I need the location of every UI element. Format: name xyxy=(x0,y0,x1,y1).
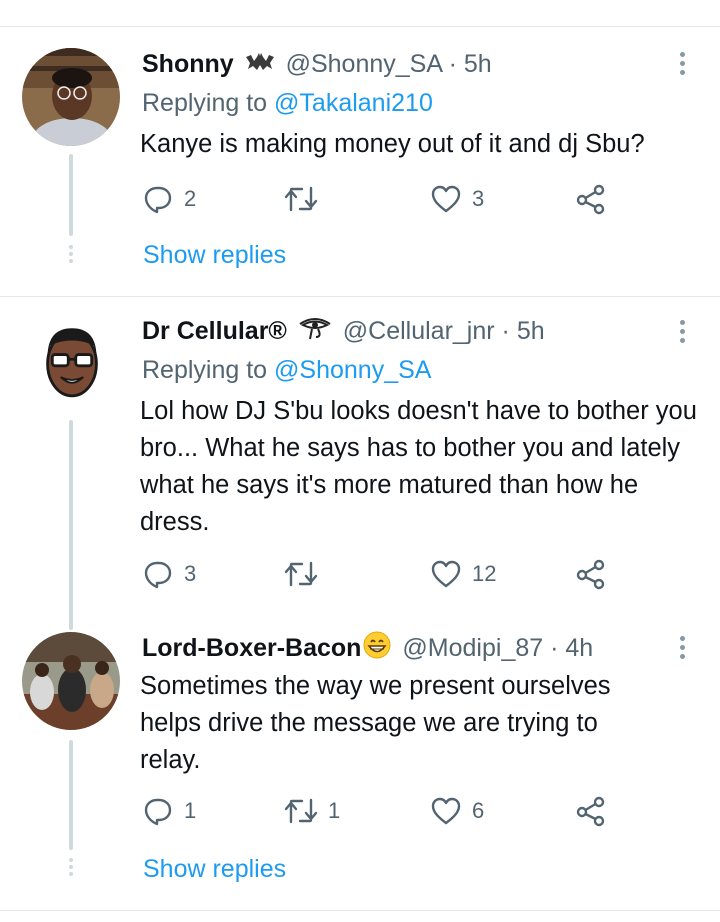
thread-dots xyxy=(69,858,73,879)
retweet-button[interactable]: 1 xyxy=(284,791,340,831)
tweet-header: Lord-Boxer-Bacon @Modipi_87 · 4h xyxy=(142,631,593,665)
tweet-text: Sometimes the way we present ourselves h… xyxy=(140,672,611,774)
reply-button[interactable]: 1 xyxy=(142,791,196,831)
timestamp[interactable]: 4h xyxy=(565,634,593,662)
grinning-emoji-icon xyxy=(363,631,391,668)
share-button[interactable] xyxy=(575,791,607,831)
like-count: 6 xyxy=(472,798,485,823)
like-button[interactable]: 6 xyxy=(430,791,484,831)
thread-line xyxy=(69,740,73,850)
like-icon xyxy=(431,797,461,825)
retweet-icon xyxy=(284,798,318,824)
retweet-count: 1 xyxy=(328,798,341,823)
show-replies-link[interactable]: Show replies xyxy=(143,852,286,886)
share-icon xyxy=(576,796,605,827)
display-name[interactable]: Lord-Boxer-Bacon xyxy=(142,634,361,662)
more-icon[interactable] xyxy=(680,636,686,663)
separator: · xyxy=(550,634,559,663)
reply-icon xyxy=(144,798,172,826)
user-handle[interactable]: @Modipi_87 xyxy=(402,634,543,662)
avatar[interactable] xyxy=(22,632,120,730)
tweet-lord-boxer-bacon[interactable]: Lord-Boxer-Bacon @Modipi_87 · 4h Sometim… xyxy=(0,0,720,922)
bottom-divider xyxy=(0,910,720,911)
reply-count: 1 xyxy=(184,798,197,823)
